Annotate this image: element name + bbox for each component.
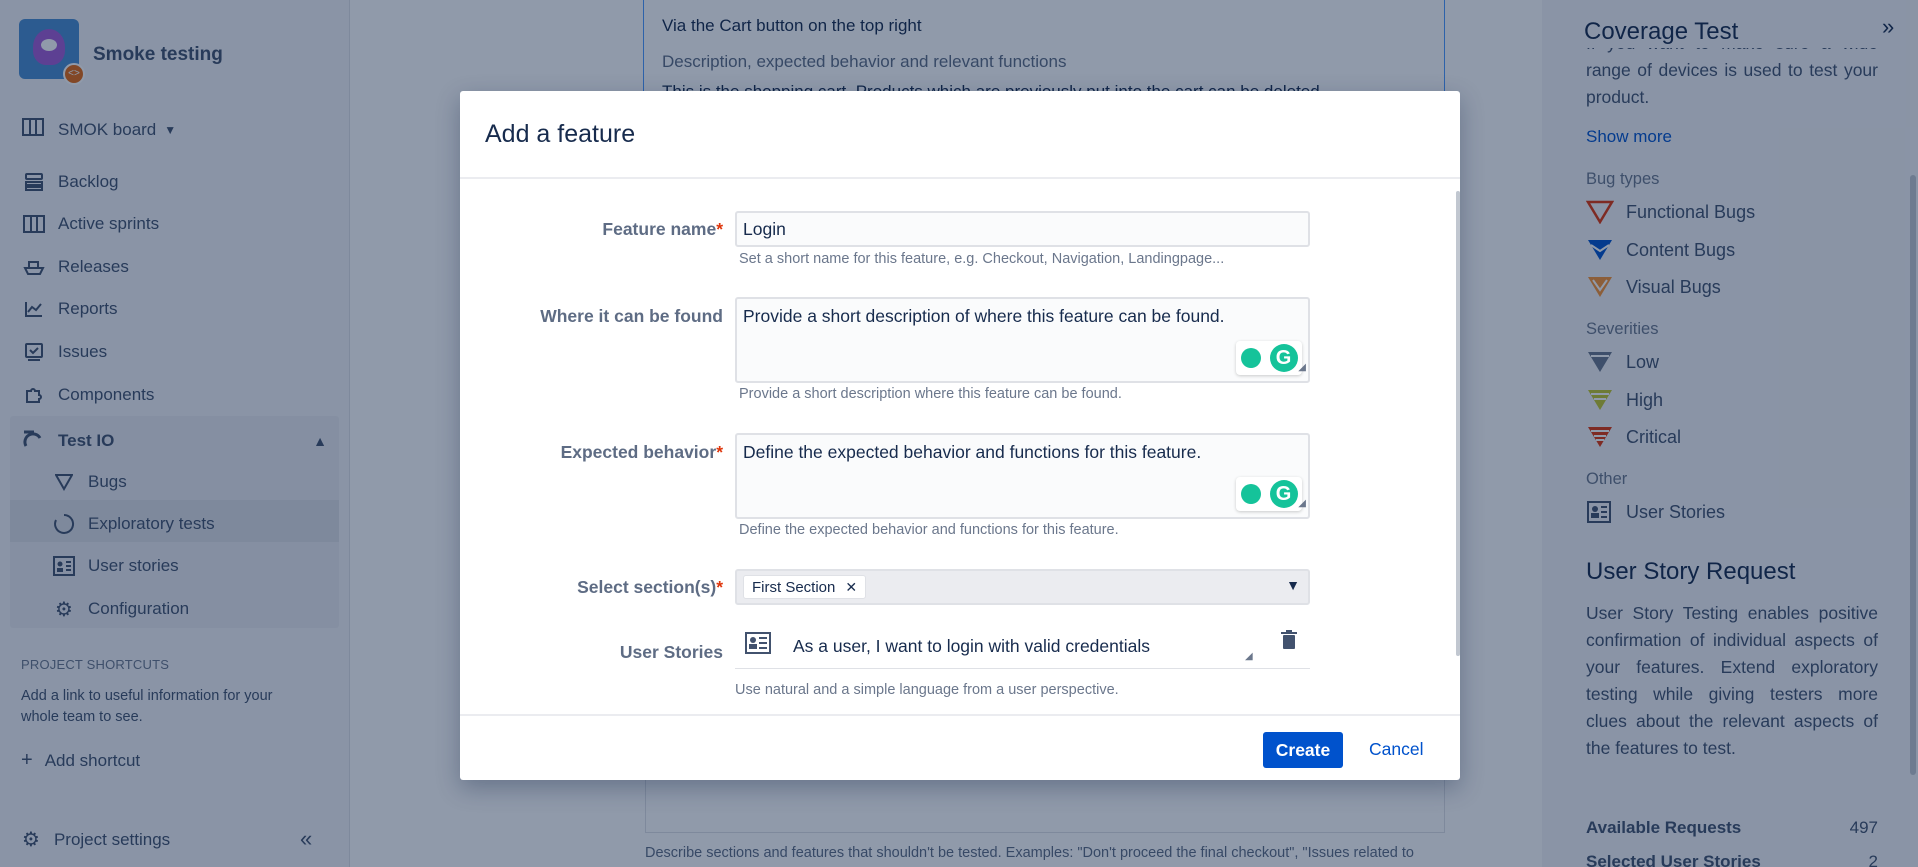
section-chip-label: First Section	[752, 578, 836, 596]
resize-handle-icon[interactable]: ◢	[1298, 493, 1306, 515]
where-found-placeholder: Provide a short description of where thi…	[743, 306, 1225, 326]
dialog-title: Add a feature	[485, 120, 636, 148]
grammarly-icon: G	[1269, 344, 1298, 372]
user-stories-hint: Use natural and a simple language from a…	[735, 682, 1119, 698]
chevron-down-icon[interactable]: ▼	[1286, 577, 1300, 593]
user-story-input[interactable]: As a user, I want to login with valid cr…	[793, 636, 1150, 657]
user-stories-label: User Stories	[619, 642, 723, 662]
user-story-row: As a user, I want to login with valid cr…	[735, 627, 1310, 669]
user-story-icon	[745, 632, 771, 654]
create-button[interactable]: Create	[1263, 732, 1343, 768]
trash-icon[interactable]	[1280, 630, 1298, 650]
where-found-textarea[interactable]: Provide a short description of where thi…	[735, 297, 1310, 383]
resize-handle-icon[interactable]: ◢	[1298, 357, 1306, 379]
where-found-label: Where it can be found	[540, 306, 723, 326]
add-feature-dialog: Add a feature Feature name* Login Set a …	[460, 91, 1460, 780]
feature-name-input[interactable]: Login	[735, 211, 1310, 247]
feature-name-hint: Set a short name for this feature, e.g. …	[739, 251, 1225, 267]
grammarly-widget[interactable]: G	[1236, 477, 1302, 511]
where-found-hint: Provide a short description where this f…	[739, 386, 1122, 402]
expected-behavior-placeholder: Define the expected behavior and functio…	[743, 442, 1202, 462]
resize-handle-icon[interactable]: ◢	[1245, 651, 1253, 662]
expected-behavior-hint: Define the expected behavior and functio…	[739, 522, 1119, 538]
dialog-scrollbar[interactable]	[1456, 191, 1460, 656]
lightbulb-icon	[1240, 348, 1261, 368]
sections-label: Select section(s)*	[577, 577, 723, 597]
sections-select[interactable]: First Section ✕ ▼	[735, 569, 1310, 605]
feature-name-label: Feature name*	[602, 219, 723, 239]
remove-chip-icon[interactable]: ✕	[845, 579, 857, 596]
cancel-button[interactable]: Cancel	[1369, 739, 1423, 760]
dialog-header: Add a feature	[460, 91, 1460, 179]
section-chip: First Section ✕	[743, 575, 867, 599]
expected-behavior-textarea[interactable]: Define the expected behavior and functio…	[735, 433, 1310, 519]
grammarly-icon: G	[1269, 480, 1298, 508]
lightbulb-icon	[1240, 484, 1261, 504]
expected-behavior-label: Expected behavior*	[560, 442, 723, 462]
grammarly-widget[interactable]: G	[1236, 341, 1302, 375]
